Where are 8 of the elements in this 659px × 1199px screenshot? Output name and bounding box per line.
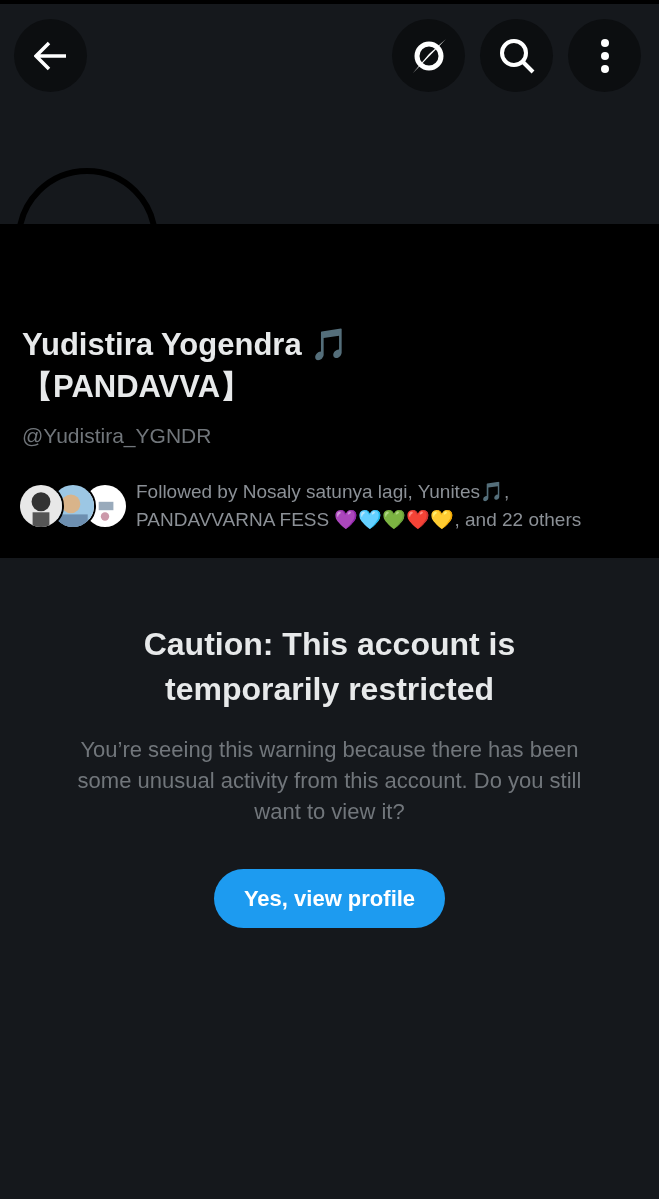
- view-profile-button[interactable]: Yes, view profile: [213, 869, 446, 928]
- more-icon: [599, 37, 610, 74]
- profile-handle: @Yudistira_YGNDR: [22, 424, 213, 448]
- followed-by-text: Followed by Nosaly satunya lagi, Yunites🎵, PANDAVVARNA FESS 💜🩵💚❤💛, and 22 others: [136, 480, 583, 532]
- warning-text: You’re seeing this warning because there has been some unusual activity from this account. Do you still want to view it?: [76, 736, 583, 826]
- back-arrow-icon: [33, 40, 68, 71]
- warning-title: Caution: This account is temporarily restricted: [142, 625, 517, 709]
- profile-name: Yudistira Yogendra 🎵 【PANDAVVA】: [22, 326, 351, 406]
